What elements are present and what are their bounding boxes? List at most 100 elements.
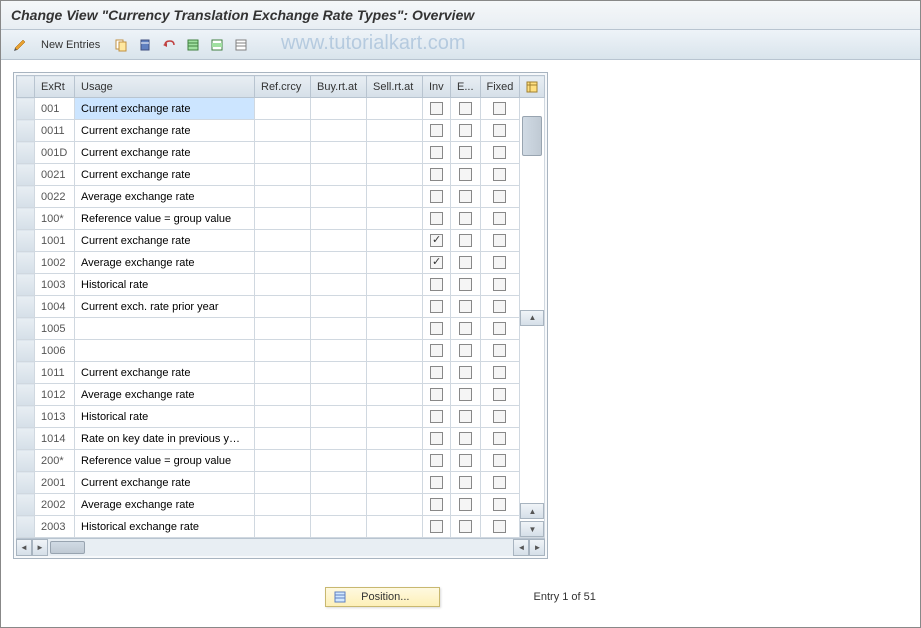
cell-refcrcy[interactable] (255, 98, 311, 120)
checkbox-e[interactable] (459, 388, 472, 401)
table-row[interactable]: 200* Reference value = group value (17, 450, 545, 472)
checkbox-fixed[interactable] (493, 366, 506, 379)
col-fixed-header[interactable]: Fixed (480, 76, 520, 98)
cell-inv[interactable] (423, 384, 451, 406)
cell-fixed[interactable] (480, 274, 520, 296)
table-row[interactable]: 2001 Current exchange rate (17, 472, 545, 494)
checkbox-e[interactable] (459, 278, 472, 291)
checkbox-inv[interactable] (430, 344, 443, 357)
cell-inv[interactable] (423, 318, 451, 340)
checkbox-fixed[interactable] (493, 322, 506, 335)
cell-fixed[interactable] (480, 472, 520, 494)
vscroll-down-arrow-up[interactable]: ▲ (520, 503, 544, 519)
cell-buy[interactable] (311, 362, 367, 384)
cell-e[interactable] (451, 516, 481, 538)
cell-buy[interactable] (311, 230, 367, 252)
cell-buy[interactable] (311, 428, 367, 450)
table-row[interactable]: 1006 (17, 340, 545, 362)
cell-fixed[interactable] (480, 494, 520, 516)
checkbox-fixed[interactable] (493, 146, 506, 159)
change-display-icon[interactable] (11, 36, 29, 54)
cell-refcrcy[interactable] (255, 362, 311, 384)
checkbox-inv[interactable] (430, 146, 443, 159)
cell-e[interactable] (451, 274, 481, 296)
cell-sell[interactable] (367, 428, 423, 450)
col-refcrcy-header[interactable]: Ref.crcy (255, 76, 311, 98)
table-row[interactable]: 100* Reference value = group value (17, 208, 545, 230)
checkbox-e[interactable] (459, 168, 472, 181)
row-marker[interactable] (17, 252, 35, 274)
cell-e[interactable] (451, 384, 481, 406)
row-marker[interactable] (17, 362, 35, 384)
checkbox-fixed[interactable] (493, 102, 506, 115)
new-entries-button[interactable]: New Entries (35, 37, 106, 53)
cell-refcrcy[interactable] (255, 494, 311, 516)
row-marker[interactable] (17, 450, 35, 472)
cell-refcrcy[interactable] (255, 384, 311, 406)
vscroll-thumb[interactable] (522, 116, 542, 156)
table-row[interactable]: 1004 Current exch. rate prior year (17, 296, 545, 318)
cell-inv[interactable] (423, 252, 451, 274)
checkbox-fixed[interactable] (493, 520, 506, 533)
checkbox-e[interactable] (459, 102, 472, 115)
cell-usage[interactable]: Current exch. rate prior year (75, 296, 255, 318)
row-marker[interactable] (17, 428, 35, 450)
hscroll-thumb[interactable] (50, 541, 85, 554)
cell-e[interactable] (451, 362, 481, 384)
checkbox-e[interactable] (459, 256, 472, 269)
cell-exrt[interactable]: 1001 (35, 230, 75, 252)
table-settings-icon[interactable] (520, 76, 545, 98)
col-usage-header[interactable]: Usage (75, 76, 255, 98)
cell-e[interactable] (451, 186, 481, 208)
cell-usage[interactable] (75, 318, 255, 340)
checkbox-e[interactable] (459, 344, 472, 357)
cell-buy[interactable] (311, 318, 367, 340)
undo-icon[interactable] (160, 36, 178, 54)
table-row[interactable]: 0022 Average exchange rate (17, 186, 545, 208)
cell-refcrcy[interactable] (255, 318, 311, 340)
cell-e[interactable] (451, 494, 481, 516)
cell-buy[interactable] (311, 340, 367, 362)
delete-icon[interactable] (136, 36, 154, 54)
cell-fixed[interactable] (480, 164, 520, 186)
cell-sell[interactable] (367, 516, 423, 538)
checkbox-fixed[interactable] (493, 212, 506, 225)
cell-inv[interactable] (423, 120, 451, 142)
cell-inv[interactable] (423, 428, 451, 450)
checkbox-fixed[interactable] (493, 388, 506, 401)
checkbox-inv[interactable] (430, 476, 443, 489)
cell-e[interactable] (451, 98, 481, 120)
cell-inv[interactable] (423, 274, 451, 296)
cell-fixed[interactable] (480, 362, 520, 384)
row-marker[interactable] (17, 98, 35, 120)
cell-buy[interactable] (311, 142, 367, 164)
cell-sell[interactable] (367, 406, 423, 428)
cell-usage[interactable]: Current exchange rate (75, 120, 255, 142)
cell-buy[interactable] (311, 164, 367, 186)
cell-refcrcy[interactable] (255, 164, 311, 186)
cell-exrt[interactable]: 200* (35, 450, 75, 472)
checkbox-fixed[interactable] (493, 344, 506, 357)
cell-refcrcy[interactable] (255, 208, 311, 230)
cell-usage[interactable]: Rate on key date in previous y… (75, 428, 255, 450)
checkbox-e[interactable] (459, 520, 472, 533)
vscroll-up-arrow[interactable]: ▲ (520, 310, 544, 326)
cell-e[interactable] (451, 208, 481, 230)
cell-fixed[interactable] (480, 230, 520, 252)
checkbox-e[interactable] (459, 234, 472, 247)
cell-buy[interactable] (311, 406, 367, 428)
checkbox-fixed[interactable] (493, 124, 506, 137)
row-marker[interactable] (17, 494, 35, 516)
cell-inv[interactable] (423, 208, 451, 230)
cell-refcrcy[interactable] (255, 296, 311, 318)
cell-inv[interactable] (423, 230, 451, 252)
checkbox-inv[interactable] (430, 190, 443, 203)
checkbox-inv[interactable] (430, 366, 443, 379)
cell-exrt[interactable]: 001D (35, 142, 75, 164)
checkbox-inv[interactable] (430, 234, 443, 247)
cell-exrt[interactable]: 1003 (35, 274, 75, 296)
cell-inv[interactable] (423, 164, 451, 186)
col-marker-header[interactable] (17, 76, 35, 98)
cell-exrt[interactable]: 1011 (35, 362, 75, 384)
cell-inv[interactable] (423, 406, 451, 428)
